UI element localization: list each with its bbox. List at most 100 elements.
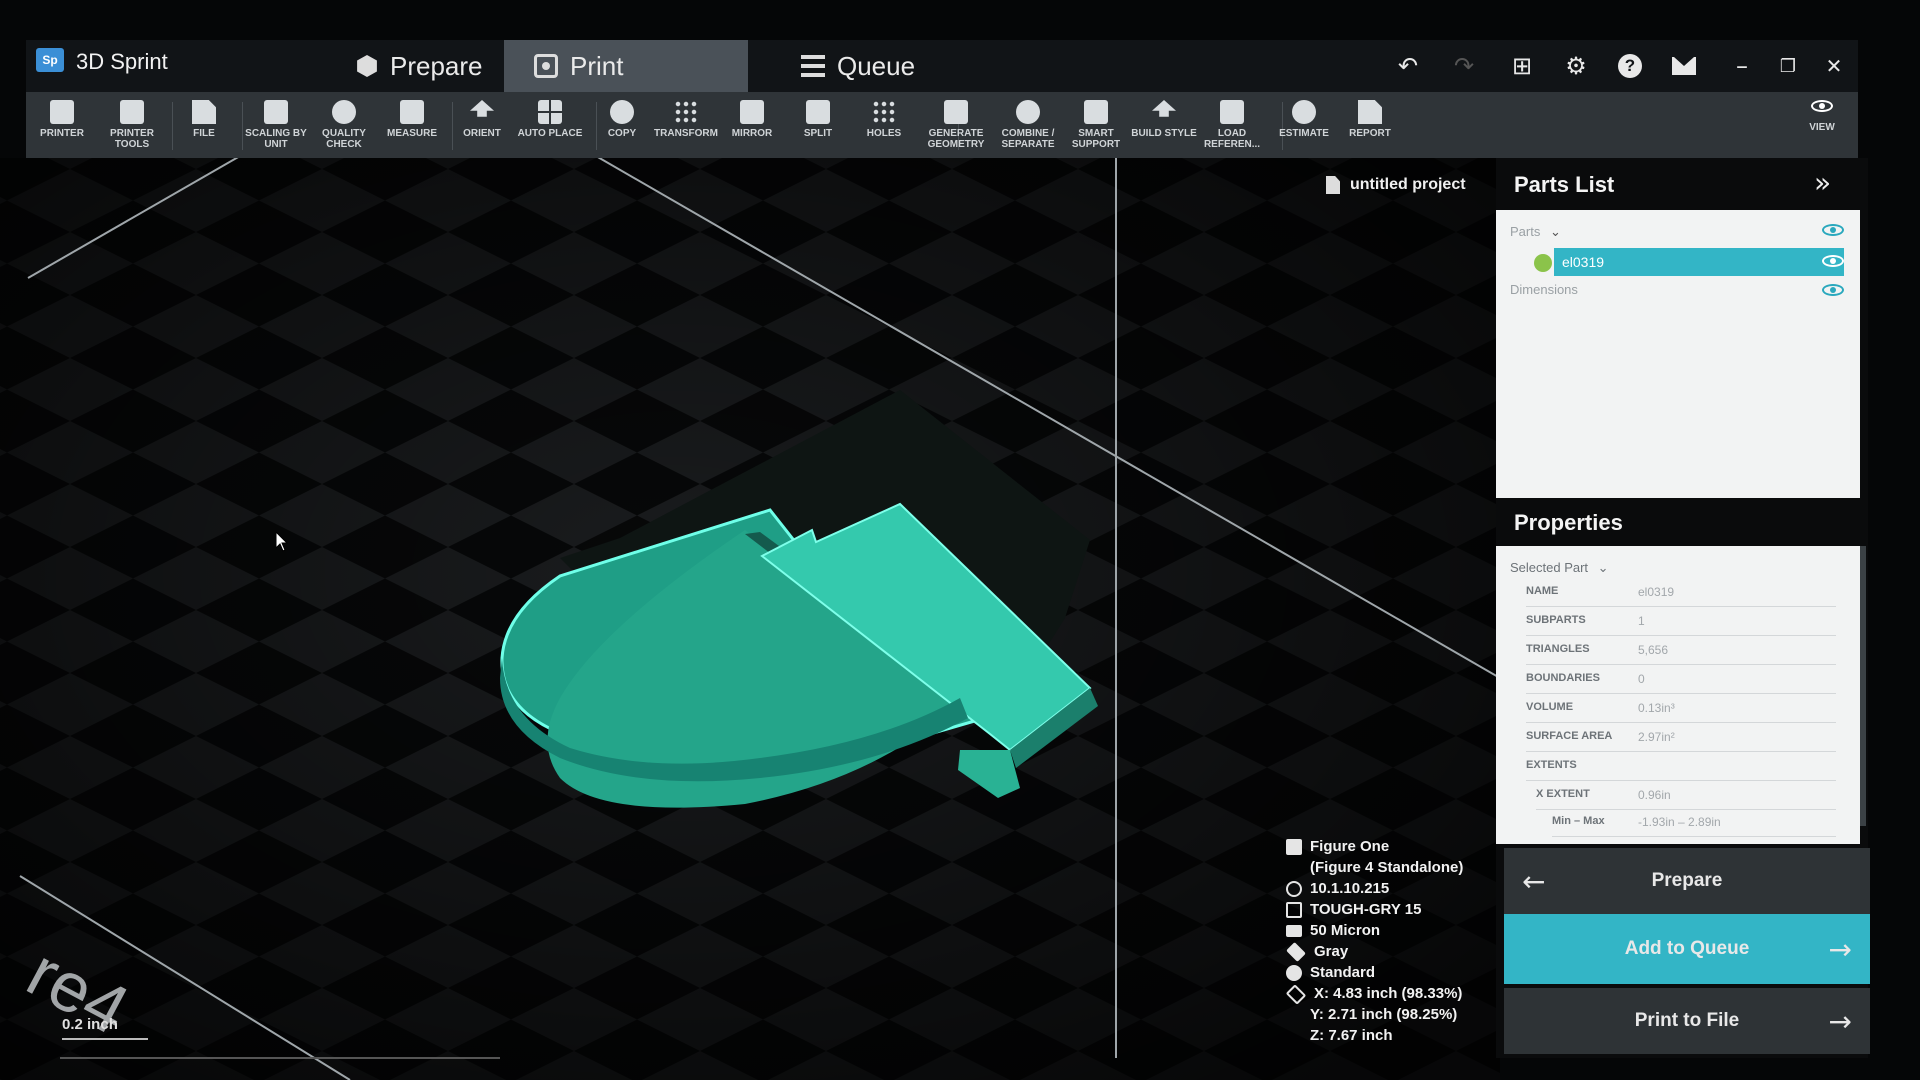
quality-check-button[interactable]: QUALITY CHECK: [308, 92, 380, 158]
property-row: NAME el0319: [1526, 578, 1836, 607]
minimize-button[interactable]: –: [1720, 40, 1764, 92]
layers-icon: [1286, 925, 1302, 937]
transform-button[interactable]: TRANSFORM: [650, 92, 722, 158]
property-row: SURFACE AREA 2.97in²: [1526, 723, 1836, 752]
properties-scrollbar[interactable]: [1860, 546, 1866, 826]
property-value: el0319: [1638, 585, 1675, 599]
combine-icon: [1016, 100, 1040, 124]
scaling-by-unit-button[interactable]: SCALING BY UNIT: [240, 92, 312, 158]
mirror-button[interactable]: MIRROR: [716, 92, 788, 158]
arrow-right-icon: →: [1828, 932, 1852, 966]
estimate-button[interactable]: ESTIMATE: [1268, 92, 1340, 158]
generate-geometry-icon: [944, 100, 968, 124]
chevron-down-icon: ⌄: [1597, 560, 1609, 575]
project-title: untitled project: [1326, 176, 1466, 194]
restore-button[interactable]: ❐: [1766, 40, 1810, 92]
file-label: FILE: [193, 128, 215, 139]
info-icon: [1286, 881, 1302, 897]
title-bar: Sp 3D Sprint Prepare Print Queue ↶ ↷ ⊞ ⚙…: [26, 40, 1858, 92]
redo-button[interactable]: ↷: [1442, 40, 1486, 92]
z-dimension: Z: 7.67 inch: [1310, 1027, 1393, 1044]
minimize-icon: –: [1736, 52, 1748, 80]
file-button[interactable]: FILE: [168, 92, 240, 158]
build-plate-scene[interactable]: re4: [0, 158, 1500, 1080]
y-extent-row: Y: 2.71 inch (98.25%): [1286, 1004, 1496, 1025]
mirror-label: MIRROR: [731, 128, 773, 139]
wrench-icon: [120, 100, 144, 124]
y-dimension: Y: 2.71 inch (98.25%): [1310, 1006, 1458, 1023]
part-name: el0319: [1562, 254, 1605, 270]
tab-print[interactable]: Print: [504, 40, 748, 92]
printer-name: Figure One: [1310, 838, 1390, 855]
view-button[interactable]: VIEW: [1786, 92, 1858, 158]
part-row-el0319[interactable]: el0319: [1554, 248, 1844, 276]
undo-icon: ↶: [1397, 52, 1419, 80]
dimensions-row[interactable]: Dimensions: [1510, 282, 1578, 297]
printer-tools-button[interactable]: PRINTER TOOLS: [96, 92, 168, 158]
chevron-down-icon: ⌄: [1549, 224, 1561, 239]
property-row: SUBPARTS 1: [1526, 607, 1836, 636]
measure-button[interactable]: MEASURE: [376, 92, 448, 158]
holes-icon: [872, 100, 896, 124]
holes-button[interactable]: HOLES: [848, 92, 920, 158]
part-visibility-eye-icon[interactable]: [1822, 255, 1844, 267]
report-button[interactable]: REPORT: [1334, 92, 1406, 158]
printer-info-panel: Figure One (Figure 4 Standalone) 10.1.10…: [1285, 836, 1496, 1046]
printer-model: (Figure 4 Standalone): [1310, 859, 1464, 876]
add-to-queue-button[interactable]: Add to Queue →: [1504, 914, 1870, 984]
parts-header[interactable]: Parts ⌄: [1510, 224, 1561, 240]
split-button[interactable]: SPLIT: [782, 92, 854, 158]
property-value: 0: [1638, 672, 1645, 686]
build-style-button[interactable]: BUILD STYLE: [1128, 92, 1200, 158]
prepare-button-label: Prepare: [1651, 870, 1723, 891]
help-button[interactable]: ?: [1608, 40, 1652, 92]
ip-row: 10.1.10.215: [1286, 878, 1496, 899]
3d-viewport[interactable]: re4 0.2 inch: [0, 158, 1500, 1080]
layout-icon: ⊞: [1511, 52, 1533, 80]
scale-label: 0.2 inch: [62, 1016, 118, 1033]
generate-geometry-button[interactable]: GENERATE GEOMETRY: [920, 92, 992, 158]
z-extent-row: Z: 7.67 inch: [1286, 1025, 1496, 1046]
close-button[interactable]: ✕: [1812, 40, 1856, 92]
mail-button[interactable]: [1662, 40, 1706, 92]
tab-prepare[interactable]: Prepare: [326, 40, 513, 92]
prepare-button[interactable]: ← Prepare: [1504, 848, 1870, 914]
load-reference-label: LOAD REFEREN...: [1203, 128, 1261, 150]
estimate-icon: [1292, 100, 1316, 124]
load-reference-button[interactable]: LOAD REFEREN...: [1196, 92, 1268, 158]
arrow-right-icon: →: [1828, 1004, 1852, 1038]
selected-part-dropdown[interactable]: Selected Part ⌄: [1510, 560, 1609, 576]
project-name: untitled project: [1350, 176, 1466, 193]
color-row: Gray: [1286, 941, 1496, 962]
copy-button[interactable]: COPY: [586, 92, 658, 158]
printer-sub-row: (Figure 4 Standalone): [1286, 857, 1496, 878]
measure-icon: [400, 100, 424, 124]
mouse-cursor: [276, 532, 289, 552]
collapse-panel-button[interactable]: »: [1814, 166, 1831, 199]
combine-label: COMBINE / SEPARATE: [1001, 128, 1055, 150]
settings-button[interactable]: ⚙: [1554, 40, 1598, 92]
tab-queue-label: Queue: [837, 50, 916, 81]
property-value: 1: [1638, 614, 1645, 628]
auto-place-button[interactable]: AUTO PLACE: [514, 92, 586, 158]
print-to-file-button[interactable]: Print to File →: [1504, 988, 1870, 1054]
layout-button[interactable]: ⊞: [1500, 40, 1544, 92]
double-chevron-right-icon: »: [1814, 166, 1832, 199]
printer-button[interactable]: PRINTER: [26, 92, 98, 158]
combine-separate-button[interactable]: COMBINE / SEPARATE: [992, 92, 1064, 158]
tab-queue[interactable]: Queue: [771, 40, 945, 92]
orient-button[interactable]: ORIENT: [446, 92, 518, 158]
dimensions-visibility-eye-icon[interactable]: [1822, 284, 1844, 296]
property-key: X EXTENT: [1536, 788, 1590, 800]
dimensions-label: Dimensions: [1510, 282, 1578, 297]
build-style-icon: [1152, 100, 1176, 117]
add-to-queue-label: Add to Queue: [1624, 938, 1750, 959]
transform-label: TRANSFORM: [654, 128, 718, 139]
undo-button[interactable]: ↶: [1386, 40, 1430, 92]
printer-tools-label: PRINTER TOOLS: [110, 128, 154, 150]
smart-support-button[interactable]: SMART SUPPORT: [1060, 92, 1132, 158]
parts-visibility-eye-icon[interactable]: [1822, 224, 1844, 236]
app-name: 3D Sprint: [76, 49, 168, 74]
style-row: Standard: [1286, 962, 1496, 983]
mail-icon: [1672, 57, 1696, 75]
